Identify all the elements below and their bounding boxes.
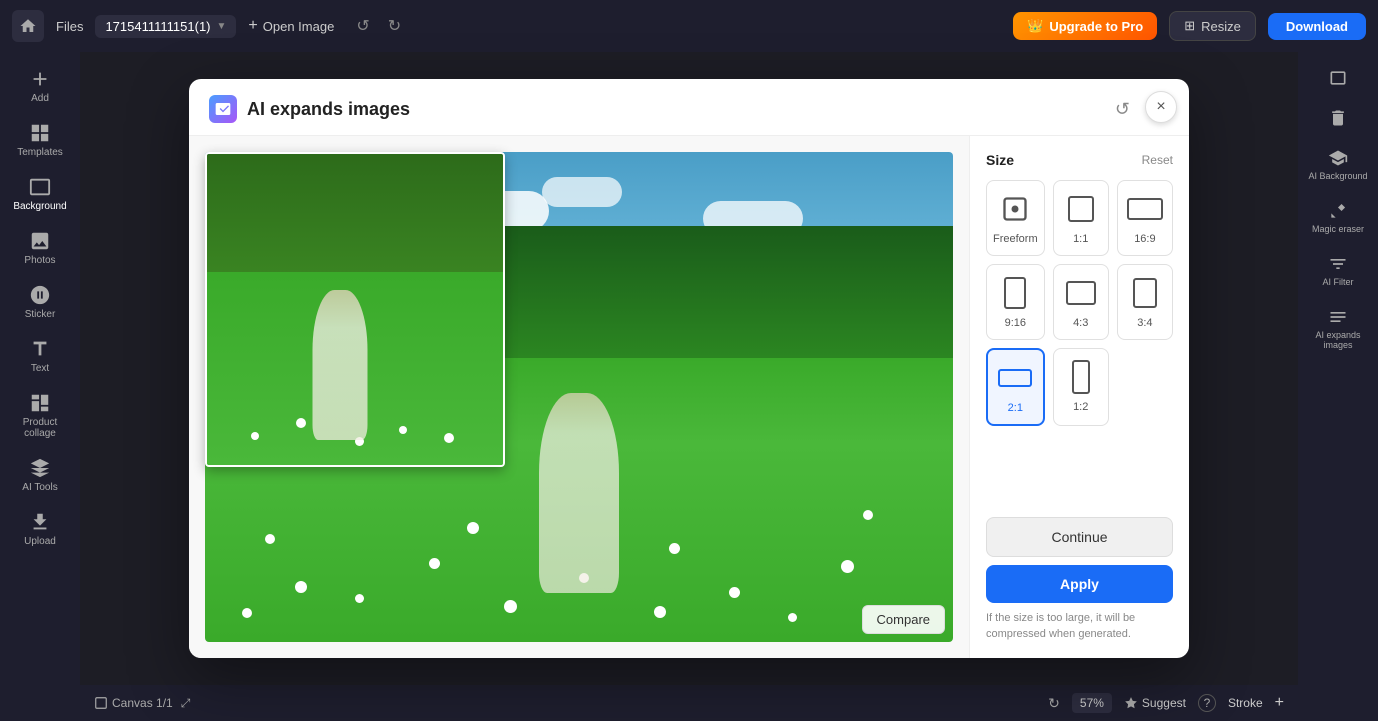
redo-button[interactable]: ↻: [382, 12, 407, 40]
panel-title: Size: [986, 152, 1014, 168]
right-ai-expands-icon[interactable]: AI expands images: [1304, 299, 1372, 358]
size-label-2-1: 2:1: [1008, 402, 1023, 414]
size-label-1-2: 1:2: [1073, 401, 1088, 413]
home-button[interactable]: [12, 10, 44, 42]
size-option-16-9[interactable]: 16:9: [1117, 180, 1173, 256]
right-resize-icon[interactable]: [1304, 60, 1372, 96]
continue-button[interactable]: Continue: [986, 517, 1173, 557]
modal-title: AI expands images: [247, 99, 1099, 120]
modal-preview-area: Compare: [189, 136, 969, 658]
original-image: [205, 152, 505, 467]
sidebar-item-text[interactable]: Text: [6, 330, 74, 382]
size-label-4-3: 4:3: [1073, 317, 1088, 329]
canvas-footer-left: Canvas 1/1 ⤢: [94, 696, 190, 711]
history-buttons: ↺ ↻: [350, 12, 407, 40]
size-option-4-3[interactable]: 4:3: [1053, 264, 1109, 340]
size-option-2-1[interactable]: 2:1: [986, 348, 1045, 426]
canvas-footer-right: ↻ 57% Suggest ? Stroke +: [1048, 693, 1284, 713]
modal-close-button[interactable]: ×: [1145, 91, 1177, 123]
suggest-button[interactable]: Suggest: [1124, 696, 1186, 710]
12-icon: [1072, 360, 1090, 394]
sidebar-item-templates[interactable]: Templates: [6, 114, 74, 166]
sidebar-item-product-collage[interactable]: Product collage: [6, 384, 74, 447]
size-label-9-16: 9:16: [1005, 317, 1026, 329]
resize-button[interactable]: ⊞ Resize: [1169, 11, 1256, 41]
open-image-button[interactable]: Open Image: [248, 17, 334, 35]
upgrade-button[interactable]: 👑 Upgrade to Pro: [1013, 12, 1157, 40]
34-icon: [1133, 278, 1157, 308]
sidebar-item-ai-tools[interactable]: AI Tools: [6, 449, 74, 501]
modal-header-icon: [209, 95, 237, 123]
portrait-icon: [1004, 277, 1026, 309]
panel-header: Size Reset: [986, 152, 1173, 168]
sidebar-item-add[interactable]: Add: [6, 60, 74, 112]
sidebar-item-background[interactable]: Background: [6, 168, 74, 220]
refresh-icon[interactable]: ↻: [1048, 695, 1060, 712]
size-option-1-1[interactable]: 1:1: [1053, 180, 1109, 256]
sidebar-item-photos[interactable]: Photos: [6, 222, 74, 274]
landscape-icon: [1127, 198, 1163, 220]
size-grid: Freeform 1:1 16:9: [986, 180, 1173, 426]
size-label-16-9: 16:9: [1134, 233, 1155, 245]
resize-icon: ⊞: [1184, 18, 1195, 34]
modal-undo-button[interactable]: ↺: [1109, 97, 1136, 122]
size-option-9-16[interactable]: 9:16: [986, 264, 1045, 340]
right-ai-bg-icon[interactable]: AI Background: [1304, 140, 1372, 189]
canvas-footer: Canvas 1/1 ⤢ ↻ 57% Suggest ? Stroke +: [80, 685, 1298, 721]
crown-icon: 👑: [1027, 18, 1043, 34]
sidebar-item-upload[interactable]: Upload: [6, 503, 74, 555]
right-magic-eraser-icon[interactable]: Magic eraser: [1304, 193, 1372, 242]
size-option-freeform[interactable]: Freeform: [986, 180, 1045, 256]
43-icon: [1066, 281, 1096, 305]
zoom-level[interactable]: 57%: [1072, 693, 1112, 713]
canvas-label: Canvas 1/1: [94, 696, 173, 710]
left-sidebar: Add Templates Background Photos Sticker …: [0, 52, 80, 721]
topbar: Files 1715411111151(1) ▼ Open Image ↺ ↻ …: [0, 0, 1378, 52]
size-option-3-4[interactable]: 3:4: [1117, 264, 1173, 340]
add-stroke-button[interactable]: +: [1275, 694, 1284, 712]
size-label-3-4: 3:4: [1137, 317, 1152, 329]
expand-canvas-icon[interactable]: ⤢: [181, 696, 191, 711]
sidebar-item-sticker[interactable]: Sticker: [6, 276, 74, 328]
modal-backdrop: AI expands images ↺ ↻ ×: [80, 52, 1298, 685]
size-label-freeform: Freeform: [993, 233, 1038, 245]
compare-button[interactable]: Compare: [862, 605, 945, 634]
apply-button[interactable]: Apply: [986, 565, 1173, 603]
undo-button[interactable]: ↺: [350, 12, 375, 40]
size-label-1-1: 1:1: [1073, 233, 1088, 245]
right-delete-icon[interactable]: [1304, 100, 1372, 136]
reset-button[interactable]: Reset: [1142, 153, 1173, 167]
panel-note: If the size is too large, it will be com…: [986, 611, 1173, 642]
preview-canvas: Compare: [205, 152, 953, 642]
modal-right-panel: Size Reset Freeform: [969, 136, 1189, 658]
panel-buttons: Continue Apply If the size is too large,…: [986, 517, 1173, 642]
help-icon[interactable]: ?: [1198, 694, 1216, 712]
right-ai-filter-icon[interactable]: AI Filter: [1304, 246, 1372, 295]
filename-display[interactable]: 1715411111151(1) ▼: [95, 15, 236, 38]
download-button[interactable]: Download: [1268, 13, 1366, 40]
ai-expands-modal: AI expands images ↺ ↻ ×: [189, 79, 1189, 658]
size-option-1-2[interactable]: 1:2: [1053, 348, 1109, 426]
modal-body: Compare Size Reset Freeform: [189, 136, 1189, 658]
modal-header: AI expands images ↺ ↻ ×: [189, 79, 1189, 136]
stroke-label[interactable]: Stroke: [1228, 696, 1263, 710]
right-panel: AI Background Magic eraser AI Filter AI …: [1298, 52, 1378, 721]
files-label[interactable]: Files: [56, 19, 83, 34]
21-icon: [998, 369, 1032, 387]
square-icon: [1068, 196, 1094, 222]
